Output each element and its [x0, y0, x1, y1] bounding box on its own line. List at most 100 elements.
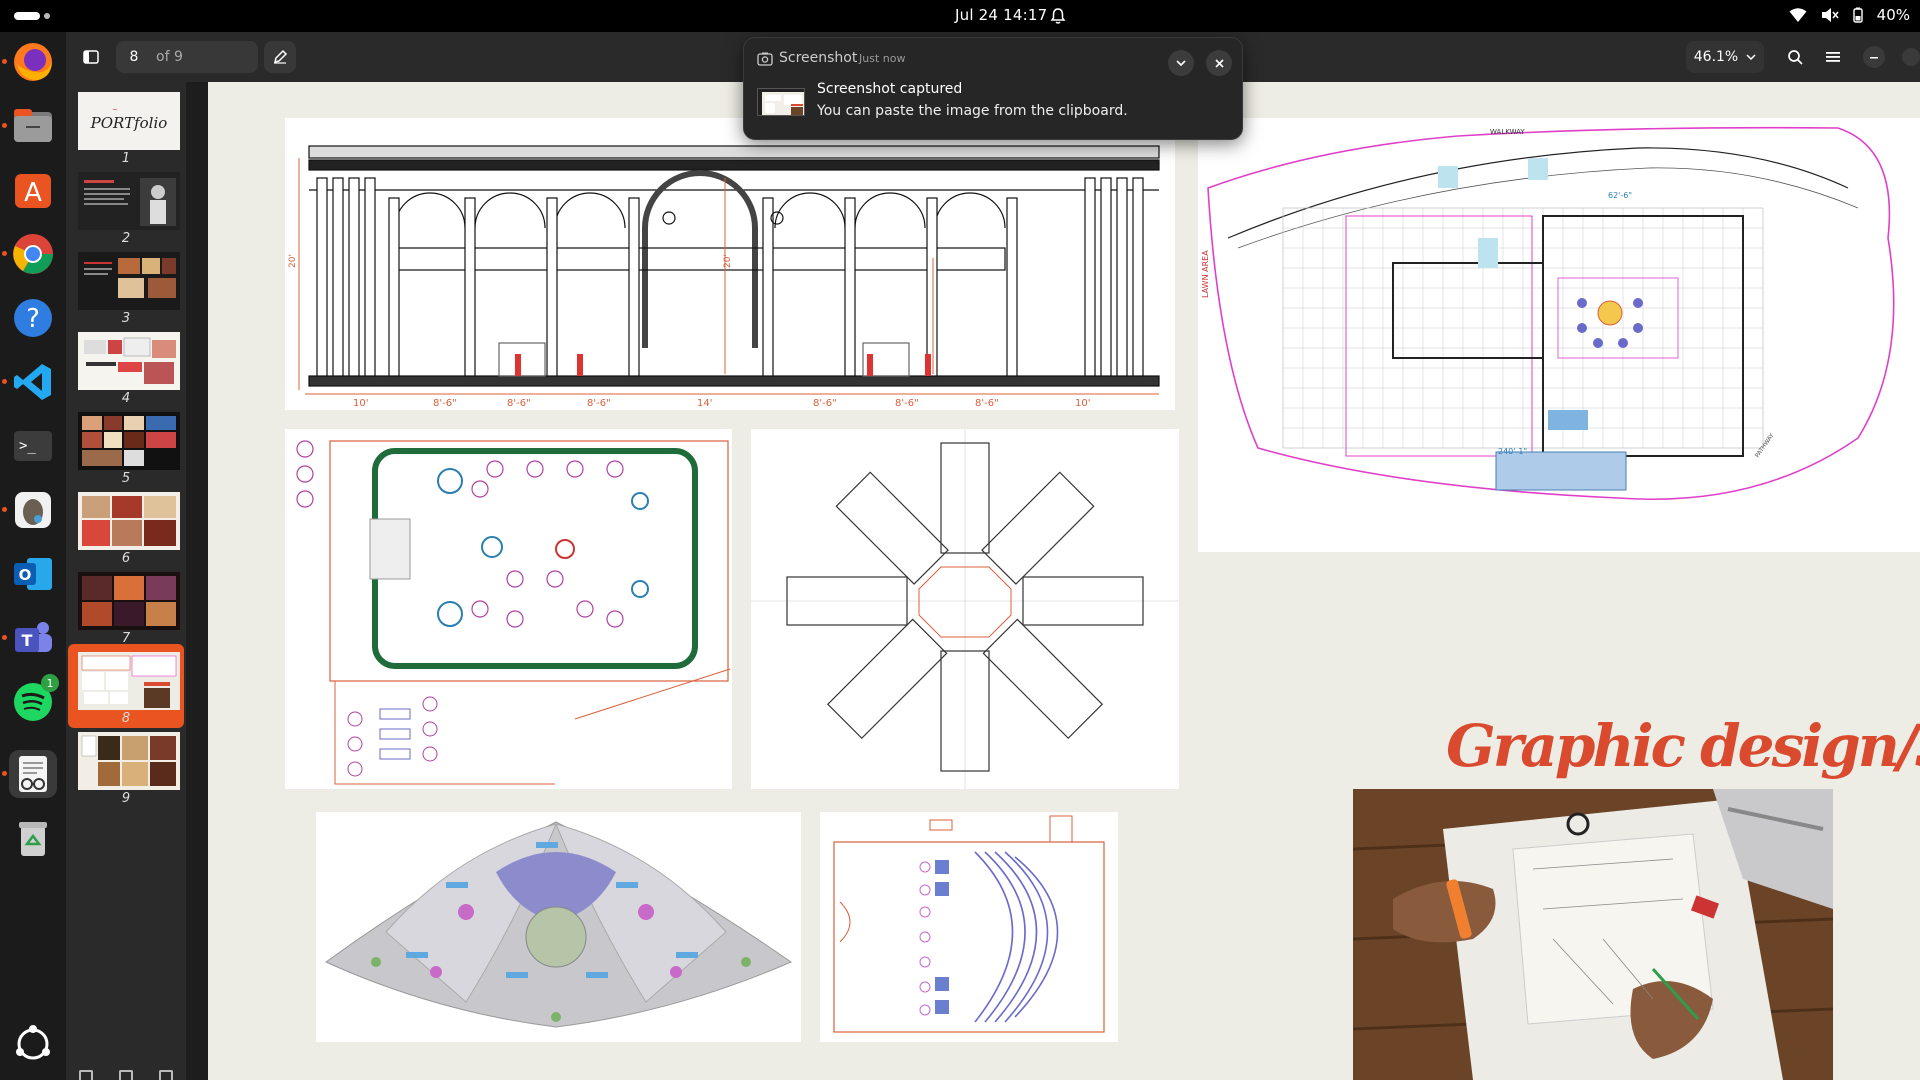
outline-tab-icon[interactable]: [119, 1070, 133, 1080]
svg-text:~: ~: [112, 106, 118, 114]
outlook-icon[interactable]: O: [9, 550, 57, 598]
banquet-floor-plan: [285, 429, 732, 789]
walkway-label: WALKWAY: [1490, 128, 1525, 136]
thumbnail-page-7[interactable]: 7: [68, 564, 184, 648]
thumbnails-tab-icon[interactable]: [79, 1070, 93, 1080]
main-menu-button[interactable]: [1816, 41, 1850, 73]
sidebar-icon: [83, 50, 99, 64]
theatre-seating-plan: [820, 812, 1118, 1042]
document-viewer-icon[interactable]: [9, 750, 57, 798]
chevron-down-icon: [1746, 54, 1756, 60]
clock[interactable]: Jul 24 14:17: [955, 6, 1047, 24]
site-dim-bottom: 240'-1": [1498, 447, 1527, 456]
screenshot-preview-thumbnail: [757, 88, 805, 116]
arcade-dimension-label: 14': [697, 398, 712, 409]
notification-body: You can paste the image from the clipboa…: [817, 103, 1128, 119]
wifi-icon: [1789, 8, 1807, 22]
battery-icon: [1852, 7, 1863, 23]
gimp-icon[interactable]: [9, 486, 57, 534]
thumbnail-page-2[interactable]: 2: [68, 164, 184, 248]
hamburger-icon: [1826, 52, 1840, 62]
arcade-dimension-labels: 10' 8'-6" 8'-6" 8'-6" 14' 8'-6" 8'-6" 8'-6" 10': [353, 398, 1090, 409]
arcade-dimension-label: 8'-6": [813, 398, 837, 409]
zoom-level: 46.1%: [1693, 49, 1739, 65]
notification-title: Screenshot captured: [817, 81, 963, 97]
page-total: of 9: [156, 49, 183, 65]
maximize-button[interactable]: [1902, 41, 1920, 73]
sketching-photo: [1353, 789, 1833, 1080]
sidebar-toggle-button[interactable]: [74, 41, 108, 73]
minimize-button[interactable]: [1860, 41, 1888, 73]
screenshot-app-icon: [757, 52, 773, 66]
annotations-tab-icon[interactable]: [159, 1070, 173, 1080]
arcade-dimension-label: 10': [1075, 398, 1090, 409]
arcade-elevation-drawing: 10' 8'-6" 8'-6" 8'-6" 14' 8'-6" 8'-6" 8'-6" 10' …: [285, 118, 1175, 410]
page-selector[interactable]: 8 of 9: [116, 41, 258, 73]
lotus-venue-render: [316, 812, 801, 1042]
svg-text:A: A: [24, 178, 42, 208]
annotate-button[interactable]: [264, 41, 296, 73]
terminal-icon[interactable]: >_: [9, 422, 57, 470]
radial-stage-plan: [751, 429, 1179, 789]
thumbnail-label: 9: [121, 791, 131, 806]
arcade-dimension-label: 8'-6": [507, 398, 531, 409]
help-icon[interactable]: ?: [9, 294, 57, 342]
spotify-icon[interactable]: 1: [9, 674, 59, 726]
firefox-icon[interactable]: [9, 38, 57, 86]
sidebar-view-tabs[interactable]: [66, 1066, 186, 1080]
svg-text:O: O: [19, 566, 32, 584]
notification-badge: 1: [41, 674, 59, 692]
portfolio-thumb-title: PORTfolio: [90, 114, 168, 132]
app-center-icon[interactable]: A: [9, 166, 57, 214]
banquet-floor-plan-svg: [296, 440, 731, 785]
notification-app-name: Screenshot: [779, 50, 858, 66]
thumbnail-page-3[interactable]: 3: [68, 244, 184, 328]
dock: A ? >_ O T 1: [0, 32, 66, 1080]
vscode-icon[interactable]: [9, 358, 57, 406]
teams-icon[interactable]: T: [9, 614, 57, 662]
arcade-elevation-svg: 10' 8'-6" 8'-6" 8'-6" 14' 8'-6" 8'-6" 8'-6" 10' …: [288, 145, 1160, 409]
thumbnail-page-1[interactable]: PORTfolio ~ 1: [68, 84, 184, 168]
thumbnail-sidebar: PORTfolio ~ 1 2 3 4 5 6 7 8 9: [66, 82, 186, 1080]
bell-icon: [1050, 8, 1066, 24]
close-notification-button[interactable]: [1206, 50, 1232, 76]
arcade-dimension-label: 10': [353, 398, 368, 409]
thumbnail-page-9[interactable]: 9: [68, 724, 184, 808]
close-icon: [1214, 58, 1224, 68]
site-plan-svg: WALKWAY LAWN AREA 62'-6" 240'-1" PATHWAY: [1201, 126, 1895, 501]
arcade-dimension-label: 8'-6": [975, 398, 999, 409]
search-button[interactable]: [1778, 41, 1812, 73]
lotus-render-svg: [325, 821, 793, 1028]
search-icon: [1788, 50, 1803, 65]
svg-text:T: T: [22, 631, 33, 650]
minimize-icon: [1863, 46, 1885, 68]
thumbnail-page-6[interactable]: 6: [68, 484, 184, 568]
chrome-icon[interactable]: [9, 230, 57, 278]
thumbnail-page-5[interactable]: 5: [68, 404, 184, 488]
sketching-photo-svg: [1353, 789, 1833, 1080]
svg-text:20': 20': [288, 254, 298, 268]
thumbnail-page-4[interactable]: 4: [68, 324, 184, 408]
page-current-input[interactable]: 8: [116, 49, 152, 65]
zoom-dropdown[interactable]: 46.1%: [1686, 41, 1764, 73]
system-tray[interactable]: 40%: [1789, 6, 1910, 24]
thumbnail-page-8[interactable]: 8: [68, 644, 184, 728]
expand-notification-button[interactable]: [1168, 50, 1194, 76]
arcade-dimension-label: 8'-6": [895, 398, 919, 409]
show-apps-icon[interactable]: [9, 1020, 57, 1068]
battery-percent: 40%: [1876, 6, 1910, 24]
chevron-down-icon: [1176, 60, 1186, 66]
lawn-area-label: LAWN AREA: [1201, 250, 1210, 298]
notification-time: Just now: [859, 52, 906, 65]
graphic-design-title: Graphic design/3D: [1446, 712, 1920, 780]
document-page[interactable]: 10' 8'-6" 8'-6" 8'-6" 14' 8'-6" 8'-6" 8'-6" 10' …: [208, 82, 1920, 1080]
arcade-dimension-label: 8'-6": [587, 398, 611, 409]
pencil-icon: [273, 49, 288, 64]
activities-indicator[interactable]: [14, 12, 50, 20]
screenshot-notification[interactable]: Screenshot Just now Screenshot captured …: [743, 37, 1243, 140]
trash-icon[interactable]: [9, 814, 57, 862]
svg-text:?: ?: [26, 304, 40, 334]
site-dim-top: 62'-6": [1608, 191, 1632, 200]
svg-text:20': 20': [723, 254, 733, 268]
files-icon[interactable]: [9, 102, 57, 150]
